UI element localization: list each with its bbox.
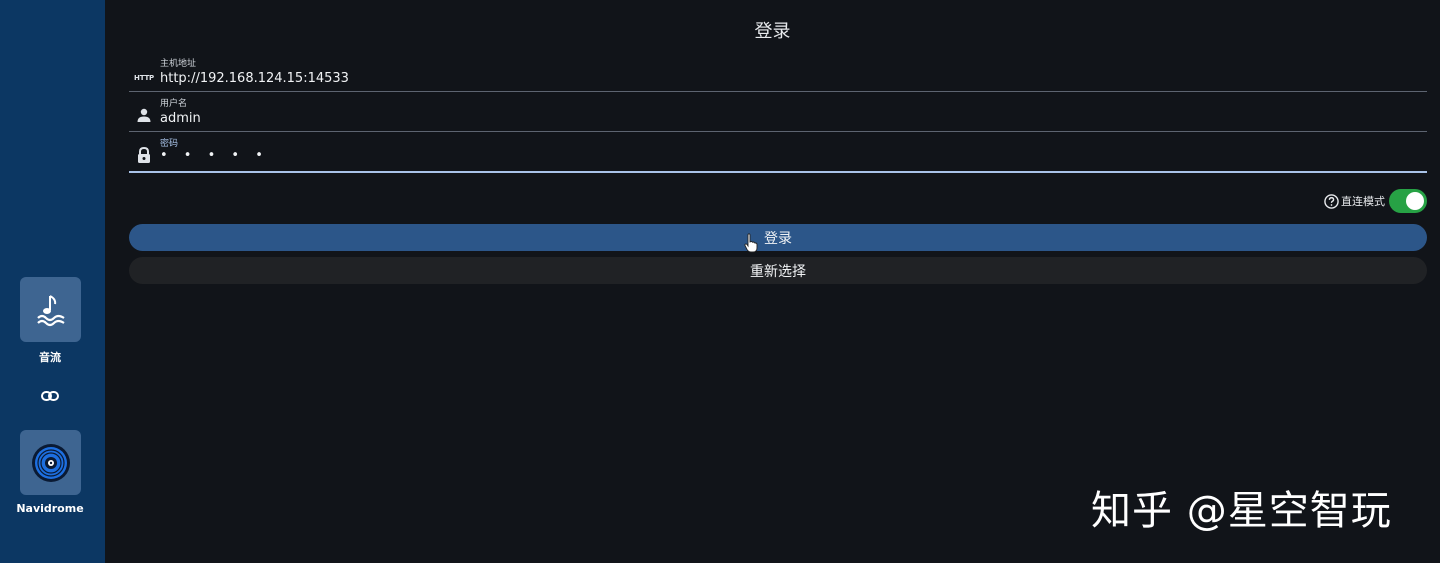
lock-icon: [135, 146, 153, 164]
music-wave-icon: [36, 294, 65, 326]
watermark: 知乎 @星空智玩: [1091, 488, 1392, 534]
password-field[interactable]: 密码 • • • • •: [129, 132, 1427, 173]
http-icon: HTTP: [134, 74, 154, 82]
toggle-knob: [1406, 192, 1424, 210]
sidebar: 音流 Navidrome: [0, 0, 105, 563]
app-label-navidrome: Navidrome: [16, 502, 84, 515]
host-label: 主机地址: [160, 59, 197, 69]
host-field[interactable]: HTTP 主机地址 http://192.168.124.15:14533: [129, 52, 1427, 92]
hand-cursor-icon: [744, 233, 758, 253]
app-label-yinliu: 音流: [39, 351, 61, 364]
page-title: 登录: [754, 21, 791, 42]
direct-mode-row: 直连模式: [1324, 189, 1427, 213]
direct-mode-label: 直连模式: [1341, 195, 1385, 208]
link-icon[interactable]: [41, 389, 59, 403]
person-icon: [135, 106, 153, 124]
reselect-button[interactable]: 重新选择: [129, 257, 1427, 284]
username-label: 用户名: [160, 99, 188, 109]
password-input[interactable]: • • • • •: [160, 148, 269, 163]
app-tile-yinliu[interactable]: [20, 277, 81, 342]
username-input[interactable]: admin: [160, 111, 201, 126]
login-button[interactable]: 登录: [129, 224, 1427, 251]
app-tile-navidrome[interactable]: [20, 430, 81, 495]
direct-mode-toggle[interactable]: [1389, 189, 1427, 213]
help-icon[interactable]: [1324, 193, 1339, 209]
vinyl-disc-icon: [31, 443, 70, 482]
username-field[interactable]: 用户名 admin: [129, 92, 1427, 132]
host-input[interactable]: http://192.168.124.15:14533: [160, 71, 349, 86]
